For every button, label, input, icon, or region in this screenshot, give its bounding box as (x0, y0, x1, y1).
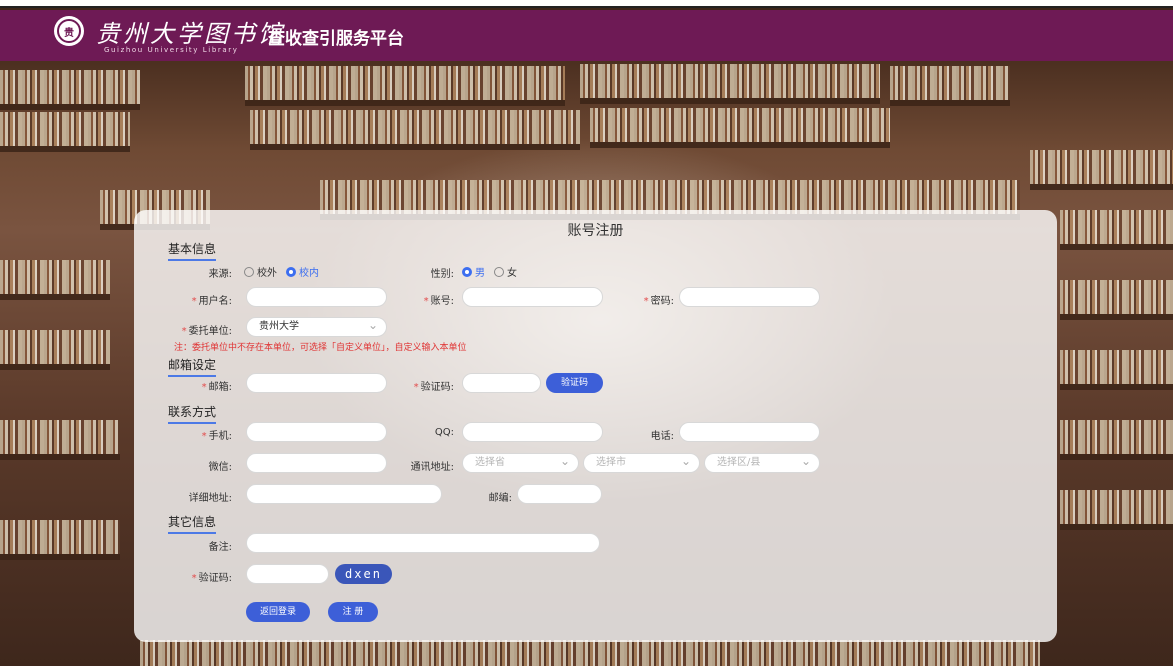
tel-label: 电话: (650, 431, 674, 442)
back-to-login-button[interactable]: 返回登录 (246, 602, 310, 622)
email-code-label: * 验证码: (413, 382, 454, 393)
wechat-input[interactable] (246, 453, 387, 473)
province-select[interactable]: 选择省 (462, 453, 579, 473)
password-input[interactable] (679, 287, 820, 307)
source-radio-outside[interactable] (244, 266, 254, 277)
tel-input[interactable] (679, 422, 820, 442)
bookshelf (320, 180, 1020, 220)
platform-title: 查收查引服务平台 (268, 29, 404, 49)
gender-option-male[interactable]: 男 (475, 264, 485, 279)
bookshelf (890, 66, 1010, 106)
gender-radio-male[interactable] (462, 266, 472, 277)
library-name-cn[interactable]: 贵州大学图书馆 (96, 14, 285, 49)
register-button[interactable]: 注 册 (328, 602, 378, 622)
captcha-image[interactable]: dxen (335, 564, 392, 584)
zip-label: 邮编: (488, 493, 512, 504)
panel-title: 账号注册 (567, 223, 624, 239)
bookshelf (1060, 210, 1173, 250)
bookshelf (1060, 280, 1173, 320)
section-other: 其它信息 (168, 513, 217, 534)
bookshelf (1030, 150, 1173, 190)
username-label-text: 用户名: (198, 296, 232, 307)
gender-option-female[interactable]: 女 (507, 264, 517, 279)
source-label: 来源: (208, 269, 232, 280)
account-input[interactable] (462, 287, 603, 307)
unit-label-text: 委托单位: (188, 326, 232, 337)
captcha-input[interactable] (246, 564, 329, 584)
remark-label: 备注: (208, 542, 232, 553)
send-code-button[interactable]: 验证码 (546, 373, 603, 393)
phone-label-text: 手机: (208, 431, 232, 442)
bookshelf (1060, 350, 1173, 390)
email-code-label-text: 验证码: (420, 382, 454, 393)
source-option-inside[interactable]: 校内 (299, 264, 319, 279)
bookshelf (580, 64, 880, 104)
university-seal-logo[interactable]: 贵 (54, 16, 84, 46)
bookshelf (245, 66, 565, 106)
bookshelf (590, 108, 890, 148)
wechat-label: 微信: (208, 462, 232, 473)
seal-glyph: 贵 (57, 19, 81, 43)
email-input[interactable] (246, 373, 387, 393)
username-input[interactable] (246, 287, 387, 307)
bookshelf (0, 70, 140, 110)
source-radio-group: 校外 校内 (244, 264, 328, 279)
bookshelf (250, 110, 580, 150)
detail-address-label: 详细地址: (188, 493, 232, 504)
section-contact: 联系方式 (168, 403, 217, 424)
phone-label: * 手机: (201, 431, 232, 442)
detail-address-input[interactable] (246, 484, 442, 504)
district-select[interactable]: 选择区/县 (704, 453, 820, 473)
phone-input[interactable] (246, 422, 387, 442)
register-panel: 账号注册 基本信息 来源: 校外 校内 性别: 男 女 * 用户名: * 账号: *… (134, 210, 1057, 642)
account-label: * 账号: (423, 296, 454, 307)
district-placeholder: 选择区/县 (717, 457, 761, 468)
section-email: 邮箱设定 (168, 356, 217, 377)
email-code-input[interactable] (462, 373, 541, 393)
site-header: 贵 贵州大学图书馆 Guizhou University Library 查收查… (0, 10, 1173, 61)
unit-label: * 委托单位: (181, 326, 232, 337)
username-label: * 用户名: (191, 296, 232, 307)
zip-input[interactable] (517, 484, 602, 504)
gender-label: 性别: (430, 269, 454, 280)
bookshelf (0, 112, 130, 152)
city-select[interactable]: 选择市 (583, 453, 700, 473)
password-label: * 密码: (643, 296, 674, 307)
bookshelf (0, 330, 110, 370)
unit-note: 注：委托单位中不存在本单位，可选择「自定义单位」，自定义输入本单位 (174, 343, 467, 353)
top-border (0, 0, 1173, 8)
address-label: 通讯地址: (410, 462, 454, 473)
source-option-outside[interactable]: 校外 (257, 264, 277, 279)
qq-label: QQ: (434, 427, 454, 438)
source-radio-inside[interactable] (286, 266, 296, 277)
bookshelf (0, 520, 120, 560)
account-label-text: 账号: (430, 296, 454, 307)
bookshelf (1060, 420, 1173, 460)
qq-input[interactable] (462, 422, 603, 442)
bookshelf (140, 640, 1040, 666)
gender-radio-group: 男 女 (462, 264, 526, 279)
email-label: * 邮箱: (201, 382, 232, 393)
password-label-text: 密码: (650, 296, 674, 307)
gender-radio-female[interactable] (494, 266, 504, 277)
unit-select[interactable]: 贵州大学 (246, 317, 387, 337)
bookshelf (1060, 490, 1173, 530)
remark-input[interactable] (246, 533, 600, 553)
bookshelf (0, 260, 110, 300)
city-placeholder: 选择市 (596, 457, 626, 468)
captcha-label-text: 验证码: (198, 573, 232, 584)
library-name-en: Guizhou University Library (104, 46, 239, 54)
bookshelf (0, 420, 120, 460)
email-label-text: 邮箱: (208, 382, 232, 393)
province-placeholder: 选择省 (475, 457, 505, 468)
captcha-label: * 验证码: (191, 573, 232, 584)
section-basic-info: 基本信息 (168, 240, 217, 261)
